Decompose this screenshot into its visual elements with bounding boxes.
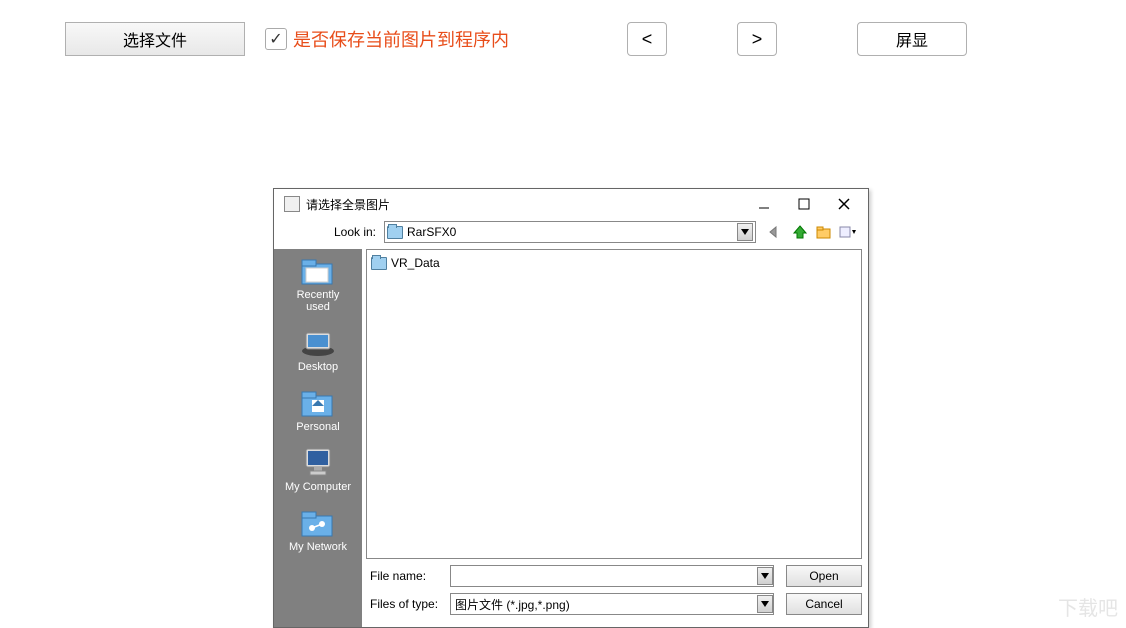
minimize-button[interactable] <box>744 192 784 216</box>
dialog-icon <box>284 196 300 212</box>
filetype-label: Files of type: <box>370 597 450 611</box>
network-folder-icon <box>299 507 337 539</box>
folder-icon <box>371 257 387 270</box>
filename-row: File name: Open <box>370 565 862 587</box>
screen-display-button[interactable]: 屏显 <box>857 22 967 56</box>
file-item-name: VR_Data <box>391 256 440 270</box>
folder-icon <box>387 226 403 239</box>
maximize-icon <box>798 198 810 210</box>
computer-icon <box>299 447 337 479</box>
sidebar-label-network: My Network <box>289 541 347 553</box>
save-checkbox-wrap: ✓ 是否保存当前图片到程序内 <box>265 26 509 52</box>
file-list[interactable]: VR_Data <box>366 249 862 559</box>
save-checkbox-label: 是否保存当前图片到程序内 <box>293 26 509 52</box>
sidebar-item-personal[interactable]: Personal <box>278 387 358 433</box>
main-toolbar: 选择文件 ✓ 是否保存当前图片到程序内 < > 屏显 <box>0 22 1126 56</box>
recent-folder-icon <box>299 255 337 287</box>
close-icon <box>838 198 850 210</box>
save-checkbox[interactable]: ✓ <box>265 28 287 50</box>
lookin-label: Look in: <box>284 225 384 239</box>
sidebar-item-computer[interactable]: My Computer <box>278 447 358 493</box>
dialog-main-panel: VR_Data File name: Open Files of type: 图… <box>362 249 868 627</box>
filetype-dropdown[interactable]: 图片文件 (*.jpg,*.png) <box>450 593 774 615</box>
sidebar-label-recent: Recentlyused <box>297 289 340 313</box>
watermark: 下载吧 <box>1058 592 1118 621</box>
chevron-down-icon <box>757 567 773 585</box>
next-button[interactable]: > <box>737 22 777 56</box>
file-item[interactable]: VR_Data <box>371 254 857 272</box>
chevron-down-icon <box>737 223 753 241</box>
sidebar-label-desktop: Desktop <box>298 361 338 373</box>
personal-folder-icon <box>299 387 337 419</box>
desktop-icon <box>299 327 337 359</box>
up-icon[interactable] <box>790 222 810 242</box>
sidebar-label-personal: Personal <box>296 421 339 433</box>
filetype-value: 图片文件 (*.jpg,*.png) <box>455 596 757 613</box>
select-file-button[interactable]: 选择文件 <box>65 22 245 56</box>
lookin-row: Look in: RarSFX0 <box>274 219 868 249</box>
sidebar-item-desktop[interactable]: Desktop <box>278 327 358 373</box>
dialog-body: Recentlyused Desktop Personal My Compute… <box>274 249 868 627</box>
places-sidebar: Recentlyused Desktop Personal My Compute… <box>274 249 362 627</box>
view-menu-icon[interactable] <box>838 222 858 242</box>
new-folder-icon[interactable] <box>814 222 834 242</box>
open-button[interactable]: Open <box>786 565 862 587</box>
check-icon: ✓ <box>269 29 282 49</box>
prev-button[interactable]: < <box>627 22 667 56</box>
dialog-nav-icons <box>766 222 858 242</box>
lookin-value: RarSFX0 <box>407 225 737 239</box>
cancel-button[interactable]: Cancel <box>786 593 862 615</box>
dialog-titlebar: 请选择全景图片 <box>274 189 868 219</box>
filename-label: File name: <box>370 569 450 583</box>
minimize-icon <box>758 198 770 210</box>
file-open-dialog: 请选择全景图片 Look in: RarSFX0 <box>273 188 869 628</box>
close-button[interactable] <box>824 192 864 216</box>
lookin-dropdown[interactable]: RarSFX0 <box>384 221 756 243</box>
dialog-title: 请选择全景图片 <box>306 196 744 213</box>
dialog-bottom-rows: File name: Open Files of type: 图片文件 (*.j… <box>362 563 868 627</box>
maximize-button[interactable] <box>784 192 824 216</box>
back-icon[interactable] <box>766 222 786 242</box>
sidebar-item-network[interactable]: My Network <box>278 507 358 553</box>
filetype-row: Files of type: 图片文件 (*.jpg,*.png) Cancel <box>370 593 862 615</box>
sidebar-item-recent[interactable]: Recentlyused <box>278 255 358 313</box>
sidebar-label-computer: My Computer <box>285 481 351 493</box>
chevron-down-icon <box>757 595 773 613</box>
filename-input[interactable] <box>450 565 774 587</box>
